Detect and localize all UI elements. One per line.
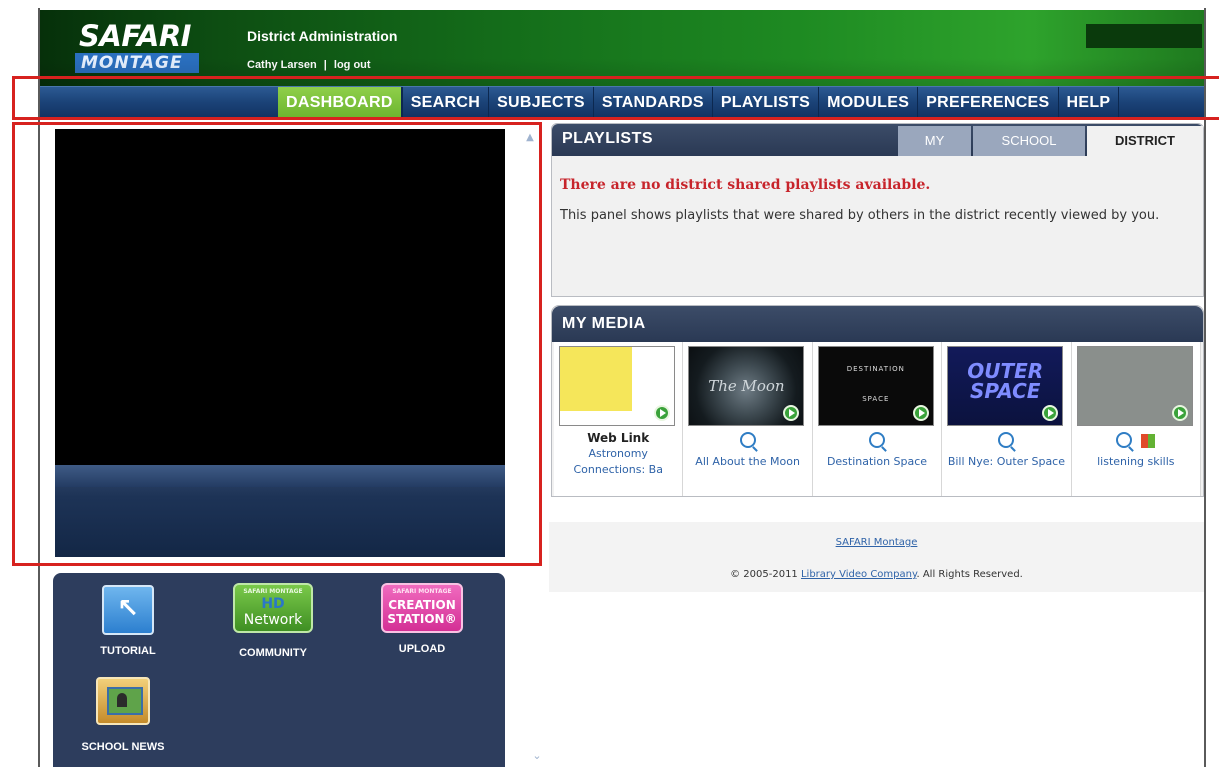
creation-station-icon-small-text: SAFARI MONTAGE <box>392 588 452 595</box>
highlight-box-nav <box>12 76 1219 120</box>
school-news-icon <box>96 677 150 725</box>
playlists-title: PLAYLISTS <box>562 130 654 147</box>
play-icon[interactable] <box>1171 405 1188 421</box>
media-label: Web Link Astronomy Connections: Ba <box>558 430 678 478</box>
separator: | <box>323 59 327 71</box>
cursor-icon <box>102 585 154 635</box>
hd-network-icon-network-text: Network <box>243 612 303 628</box>
hd-network-icon-small-text: SAFARI MONTAGE <box>243 588 303 595</box>
media-thumbnail[interactable] <box>1076 346 1193 426</box>
play-icon[interactable] <box>783 405 800 421</box>
play-icon[interactable] <box>654 405 670 421</box>
tab-district[interactable]: DISTRICT <box>1087 126 1203 156</box>
magnifier-icon[interactable] <box>998 432 1015 448</box>
play-icon[interactable] <box>912 405 929 421</box>
media-icons <box>683 432 811 450</box>
media-thumbnail[interactable]: DESTINATION SPACE <box>817 346 934 426</box>
tutorial-label: TUTORIAL <box>100 645 156 657</box>
media-item-destination-space[interactable]: DESTINATION SPACE Destination Space <box>812 342 943 496</box>
school-news-label: SCHOOL NEWS <box>81 741 165 753</box>
media-icons <box>1072 432 1200 450</box>
magnifier-icon[interactable] <box>739 432 756 448</box>
playlists-panel: PLAYLISTS MY SCHOOL DISTRICT There are n… <box>551 123 1204 297</box>
play-icon[interactable] <box>1042 405 1059 421</box>
media-title-link[interactable]: listening skills <box>1076 454 1196 470</box>
tutorial-tool[interactable]: TUTORIAL <box>83 585 173 657</box>
magnifier-icon[interactable] <box>1116 432 1133 448</box>
empty-playlists-message: There are no district shared playlists a… <box>560 177 931 193</box>
footer: SAFARI Montage © 2005-2011 Library Video… <box>549 522 1204 592</box>
user-name: Cathy Larsen <box>247 59 317 71</box>
media-title-link[interactable]: All About the Moon <box>687 454 807 470</box>
my-media-panel: MY MEDIA Web Link Astronomy Connections:… <box>551 305 1204 497</box>
media-thumbnail[interactable]: OUTER SPACE <box>947 346 1064 426</box>
footer-link[interactable]: SAFARI Montage <box>549 537 1204 548</box>
media-thumbnail[interactable] <box>559 346 675 426</box>
logout-link[interactable]: log out <box>334 59 371 71</box>
tools-panel: TUTORIAL SAFARI MONTAGE HD Network COMMU… <box>53 573 505 767</box>
web-link-kind: Web Link <box>587 431 650 445</box>
playlists-description: This panel shows playlists that were sha… <box>560 208 1160 223</box>
safari-montage-logo[interactable]: SAFARI MONTAGE <box>75 22 203 73</box>
media-icons <box>813 432 941 450</box>
my-media-title: MY MEDIA <box>562 315 646 332</box>
creation-station-icon: SAFARI MONTAGE CREATION STATION® <box>381 583 463 633</box>
media-title-link[interactable]: Astronomy Connections: Ba <box>573 447 662 476</box>
windows-logo-icon <box>1141 434 1156 448</box>
thumbnail-text: OUTER SPACE <box>967 359 1044 403</box>
thumbnail-text: DESTINATION <box>846 365 905 373</box>
hd-network-icon-hd-text: HD <box>261 596 285 612</box>
playlists-header: PLAYLISTS MY SCHOOL DISTRICT <box>552 124 1203 156</box>
header-search-box[interactable] <box>1086 24 1202 48</box>
copyright: © 2005-2011 Library Video Company. All R… <box>549 569 1204 580</box>
media-title-link[interactable]: Destination Space <box>817 454 937 470</box>
copyright-prefix: © 2005-2011 <box>730 569 798 580</box>
magnifier-icon[interactable] <box>869 432 886 448</box>
media-strip: Web Link Astronomy Connections: Ba The M… <box>554 342 1202 496</box>
safari-montage-dashboard: SAFARI MONTAGE District Administration C… <box>0 0 1219 767</box>
my-media-header: MY MEDIA <box>552 306 1203 342</box>
logo-bottom-text: MONTAGE <box>75 53 199 73</box>
highlight-box-video <box>12 122 542 566</box>
media-item-web-link[interactable]: Web Link Astronomy Connections: Ba <box>554 342 684 496</box>
community-label: COMMUNITY <box>239 647 307 659</box>
thumbnail-text: The Moon <box>708 377 785 395</box>
page-title: District Administration <box>247 28 398 44</box>
logo-top-text: SAFARI <box>79 19 191 53</box>
media-thumbnail[interactable]: The Moon <box>688 346 805 426</box>
copyright-suffix: . All Rights Reserved. <box>916 569 1023 580</box>
user-line: Cathy Larsen | log out <box>247 59 375 71</box>
upload-label: UPLOAD <box>398 643 446 655</box>
media-item-moon[interactable]: The Moon All About the Moon <box>683 342 813 496</box>
media-item-outer-space[interactable]: OUTER SPACE Bill Nye: Outer Space <box>942 342 1072 496</box>
thumbnail-text: SPACE <box>862 395 890 403</box>
scroll-down-icon[interactable]: ⌄ <box>530 749 544 763</box>
company-link[interactable]: Library Video Company <box>801 569 917 580</box>
school-news-tool[interactable]: SCHOOL NEWS <box>73 677 173 753</box>
media-icons <box>942 432 1070 450</box>
creation-station-icon-line1: CREATION <box>388 598 456 612</box>
media-item-listening-skills[interactable]: listening skills <box>1071 342 1202 496</box>
tab-school[interactable]: SCHOOL <box>973 126 1085 156</box>
upload-tool[interactable]: SAFARI MONTAGE CREATION STATION® UPLOAD <box>375 583 469 655</box>
media-title-link[interactable]: Bill Nye: Outer Space <box>946 454 1066 470</box>
hd-network-icon: SAFARI MONTAGE HD Network <box>233 583 313 633</box>
community-tool[interactable]: SAFARI MONTAGE HD Network COMMUNITY <box>228 583 318 659</box>
creation-station-icon-line2: STATION® <box>387 612 457 626</box>
tab-my[interactable]: MY <box>898 126 971 156</box>
